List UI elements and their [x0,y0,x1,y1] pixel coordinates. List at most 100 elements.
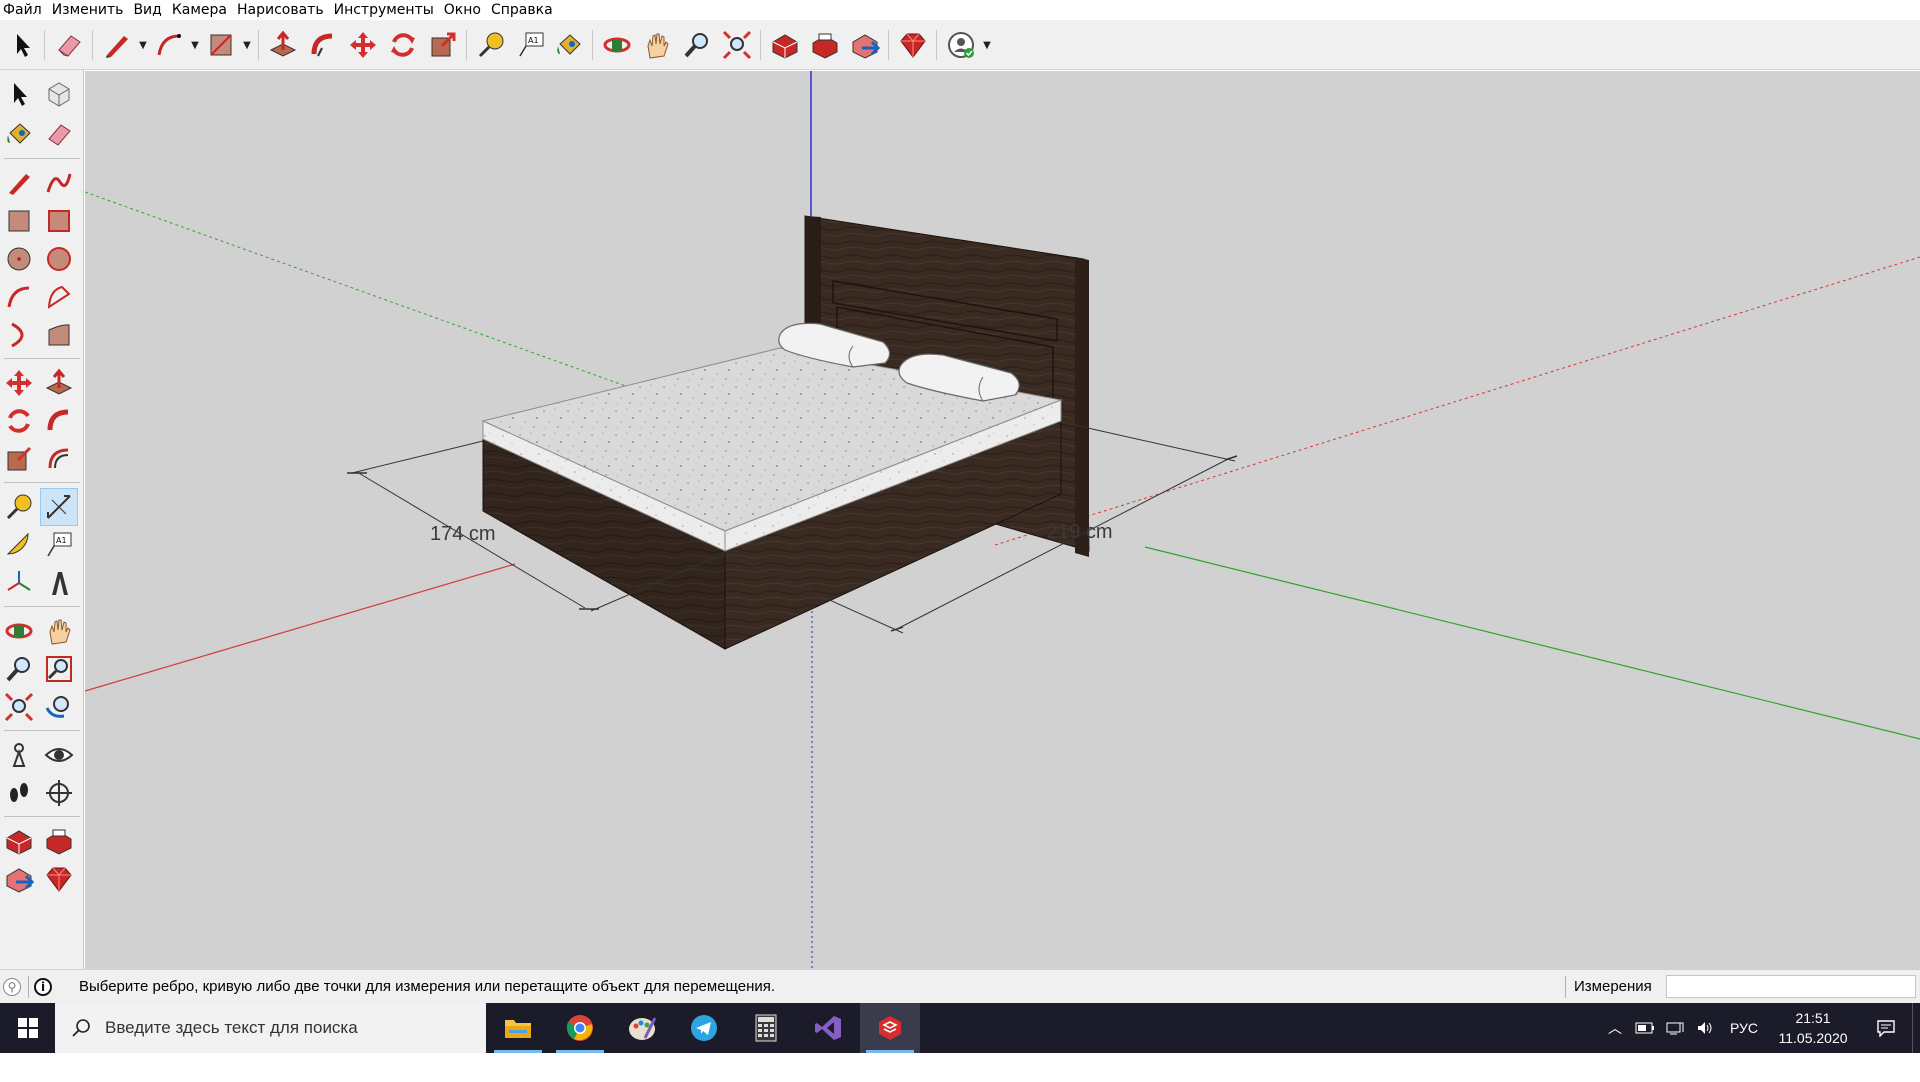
measurements-input[interactable] [1666,975,1916,998]
arc-dropdown-icon[interactable]: ▼ [188,28,202,62]
notifications-icon[interactable] [1866,1003,1906,1053]
geo-location-icon[interactable]: ⚲ [3,978,21,996]
menu-camera[interactable]: Камера [169,0,234,20]
tray-chevron-icon[interactable]: ︿ [1602,1003,1628,1053]
extension-manager-button[interactable] [896,28,930,62]
battery-icon[interactable] [1632,1003,1658,1053]
extension-manager-button[interactable] [40,860,78,898]
offset-button[interactable] [40,440,78,478]
taskbar-paint[interactable] [612,1003,672,1053]
protractor-button[interactable] [0,526,38,564]
extension-warehouse-button[interactable] [808,28,842,62]
make-component-button[interactable] [40,75,78,113]
walk-button[interactable] [0,774,38,812]
menu-help[interactable]: Справка [488,0,560,20]
select-tool-button[interactable] [6,28,40,62]
line-tool-button[interactable] [100,28,134,62]
account-button[interactable] [944,28,978,62]
3d-warehouse-button[interactable] [768,28,802,62]
taskbar-telegram[interactable] [674,1003,734,1053]
taskbar-sketchup[interactable] [860,1003,920,1053]
3d-warehouse-button[interactable] [0,822,38,860]
account-dropdown-icon[interactable]: ▼ [980,28,994,62]
share-model-button[interactable] [848,28,882,62]
select-tool-button[interactable] [0,75,38,113]
extension-warehouse-icon [812,33,838,59]
tape-measure-button[interactable] [474,28,508,62]
menu-draw[interactable]: Нарисовать [234,0,331,20]
zoom-button[interactable] [680,28,714,62]
taskbar-visual-studio[interactable] [798,1003,858,1053]
tape-measure-icon [478,32,504,58]
pan-button[interactable] [640,28,674,62]
scale-button[interactable] [426,28,460,62]
taskbar-chrome[interactable] [550,1003,610,1053]
zoom-extents-button[interactable] [720,28,754,62]
rectangle-tool-button[interactable] [204,28,238,62]
arc-tool-button[interactable] [0,278,38,316]
share-model-button[interactable] [0,860,38,898]
pan-button[interactable] [40,612,78,650]
dimension-width-label[interactable]: 174 cm [430,523,496,546]
info-icon[interactable]: i [34,978,52,996]
zoom-window-button[interactable] [40,650,78,688]
rotated-rectangle-button[interactable] [40,202,78,240]
zoom-button[interactable] [0,650,38,688]
scale-button[interactable] [0,440,38,478]
eraser-tool-button[interactable] [52,28,86,62]
rotate-button[interactable] [0,402,38,440]
menu-view[interactable]: Вид [130,0,168,20]
move-button[interactable] [346,28,380,62]
start-button[interactable] [0,1003,55,1053]
three-point-arc-button[interactable] [0,316,38,354]
rectangle-tool-button[interactable] [0,202,38,240]
rotate-button[interactable] [386,28,420,62]
taskbar-clock[interactable]: 21:51 11.05.2020 [1770,1008,1856,1048]
paint-bucket-button[interactable] [552,28,586,62]
taskbar-calculator[interactable] [736,1003,796,1053]
position-camera-button[interactable] [0,736,38,774]
line-dropdown-icon[interactable]: ▼ [136,28,150,62]
pie-tool-button[interactable] [40,316,78,354]
move-button[interactable] [0,364,38,402]
measurements-label: Измерения [1574,978,1652,995]
tape-measure-button[interactable] [0,488,38,526]
3d-text-button[interactable] [40,564,78,602]
push-pull-button[interactable] [40,364,78,402]
dimension-length-label[interactable]: 219 cm [1047,521,1113,544]
taskbar-search[interactable]: Введите здесь текст для поиска [55,1003,486,1053]
menu-window[interactable]: Окно [441,0,488,20]
axes-button[interactable] [0,564,38,602]
extension-warehouse-button[interactable] [40,822,78,860]
volume-icon[interactable] [1692,1003,1718,1053]
shape-dropdown-icon[interactable]: ▼ [240,28,254,62]
polygon-tool-button[interactable] [40,240,78,278]
menu-tools[interactable]: Инструменты [331,0,441,20]
menu-file[interactable]: Файл [0,0,49,20]
follow-me-button[interactable] [306,28,340,62]
dimension-tool-button[interactable] [40,488,78,526]
orbit-button[interactable] [600,28,634,62]
orbit-button[interactable] [0,612,38,650]
show-desktop-button[interactable] [1912,1003,1915,1053]
line-tool-button[interactable] [0,164,38,202]
look-around-button[interactable] [40,736,78,774]
network-icon[interactable] [1662,1003,1688,1053]
taskbar-file-explorer[interactable] [488,1003,548,1053]
menu-edit[interactable]: Изменить [49,0,131,20]
zoom-extents-button[interactable] [0,688,38,726]
text-button[interactable]: A1 [40,526,78,564]
previous-view-button[interactable] [40,688,78,726]
paint-bucket-button[interactable] [0,115,38,153]
section-plane-button[interactable] [40,774,78,812]
follow-me-button[interactable] [40,402,78,440]
push-pull-button[interactable] [266,28,300,62]
circle-tool-button[interactable] [0,240,38,278]
two-point-arc-button[interactable] [40,278,78,316]
arc-tool-button[interactable] [152,28,186,62]
eraser-tool-button[interactable] [40,115,78,153]
text-button[interactable]: A1 [514,28,548,62]
freehand-tool-button[interactable] [40,164,78,202]
model-viewport[interactable]: 174 cm 219 cm [85,71,1920,969]
input-language[interactable]: РУС [1722,1003,1766,1053]
